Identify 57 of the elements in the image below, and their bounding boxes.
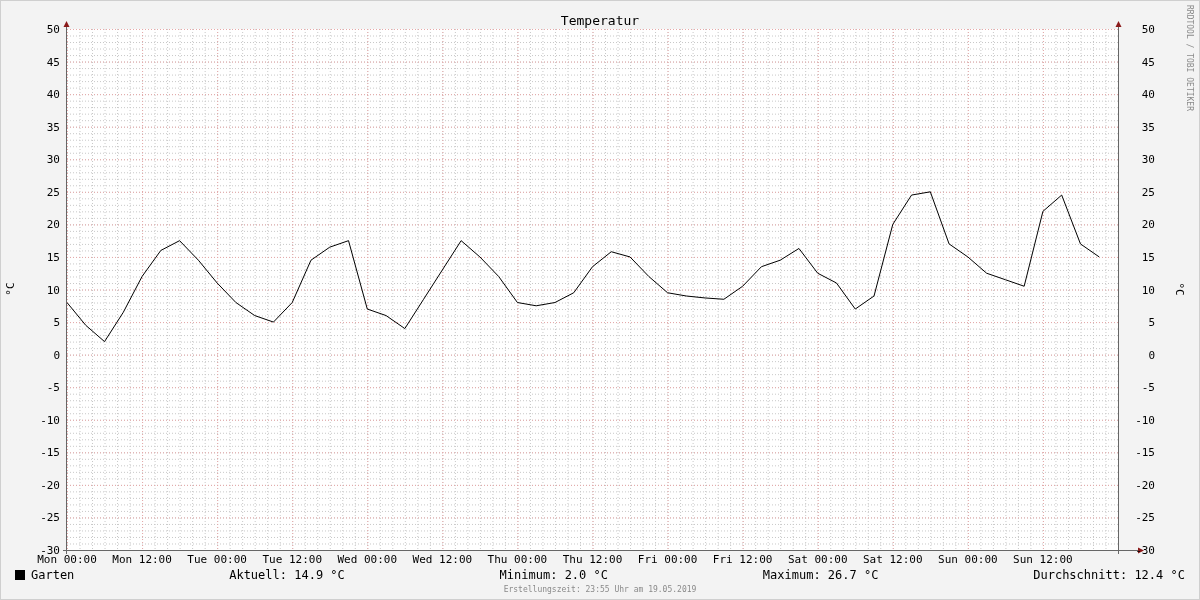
axis-tick-label: 15 <box>1141 250 1155 264</box>
axis-tick-label: 50 <box>46 23 60 36</box>
axis-tick-label: -25 <box>1135 511 1155 525</box>
axis-tick-label: Mon 12:00 <box>112 553 172 566</box>
stat-text: Maximum: 26.7 °C <box>762 568 879 582</box>
axis-tick-label: 5 <box>1148 316 1155 330</box>
stat-text: Durchschnitt: 12.4 °C <box>1033 568 1185 582</box>
axis-tick-label: 0 <box>53 348 60 362</box>
footer-text: Erstellungszeit: 23:55 Uhr am 19.05.2019 <box>503 585 697 594</box>
axis-tick-label: -15 <box>40 446 60 460</box>
axis-tick-label: 25 <box>46 185 60 199</box>
axis-tick-label: Fri 12:00 <box>712 553 773 566</box>
stat-text: Minimum: 2.0 °C <box>499 568 608 582</box>
axis-tick-label: 35 <box>1141 120 1155 134</box>
axis-tick-label: -10 <box>1135 413 1155 427</box>
axis-tick-label: 20 <box>46 218 60 232</box>
axis-tick-label: -25 <box>40 511 60 525</box>
axis-tick-label: 0 <box>1148 348 1155 362</box>
axis-tick-label: -15 <box>1135 446 1155 460</box>
axis-tick-label: Sun 12:00 <box>1013 553 1073 566</box>
axis-tick-label: Thu 00:00 <box>487 553 548 566</box>
axis-tick-label: 15 <box>46 250 60 264</box>
stat-text: Aktuell: 14.9 °C <box>229 568 345 582</box>
axis-tick-label: 25 <box>1141 185 1155 199</box>
axis-tick-label: Sat 00:00 <box>787 553 848 566</box>
chart-title: Temperatur <box>560 13 640 28</box>
axis-tick-label: Wed 00:00 <box>337 553 398 566</box>
axis-tick-label: Wed 12:00 <box>412 553 473 566</box>
legend-label: Garten <box>31 568 75 582</box>
axis-tick-label: 45 <box>46 55 60 69</box>
axis-tick-label: 5 <box>53 316 60 330</box>
axis-tick-label: Sun 00:00 <box>938 553 998 566</box>
axis-tick-label: -30 <box>1135 544 1155 557</box>
axis-tick-label: 10 <box>1141 283 1155 297</box>
axis-tick-label: Thu 12:00 <box>562 553 623 566</box>
axis-tick-label: Fri 00:00 <box>637 553 698 566</box>
axis-tick-label: 35 <box>46 120 60 134</box>
legend-swatch <box>15 570 25 580</box>
axis-tick-label: 40 <box>1141 88 1155 102</box>
axis-title: °C <box>1173 282 1186 296</box>
axis-tick-label: 50 <box>1141 23 1155 36</box>
axis-tick-label: 40 <box>46 88 60 102</box>
axis-tick-label: Sat 12:00 <box>863 553 923 566</box>
axis-title: °C <box>4 282 17 296</box>
axis-tick-label: 20 <box>1141 218 1155 232</box>
axis-tick-label: -10 <box>40 413 60 427</box>
axis-tick-label: -20 <box>40 478 60 492</box>
axis-tick-label: 30 <box>1141 153 1155 167</box>
axis-tick-label: -20 <box>1135 478 1155 492</box>
axis-tick-label: Tue 12:00 <box>262 553 322 566</box>
axis-tick-label: Tue 00:00 <box>187 553 247 566</box>
axis-tick-label: 10 <box>46 283 60 297</box>
axis-tick-label: -5 <box>1141 381 1155 395</box>
axis-tick-label: 45 <box>1141 55 1155 69</box>
axis-tick-label: -5 <box>46 381 60 395</box>
credit-text: RRDTOOL / TOBI OETIKER <box>1185 5 1194 111</box>
axis-tick-label: 30 <box>46 153 60 167</box>
